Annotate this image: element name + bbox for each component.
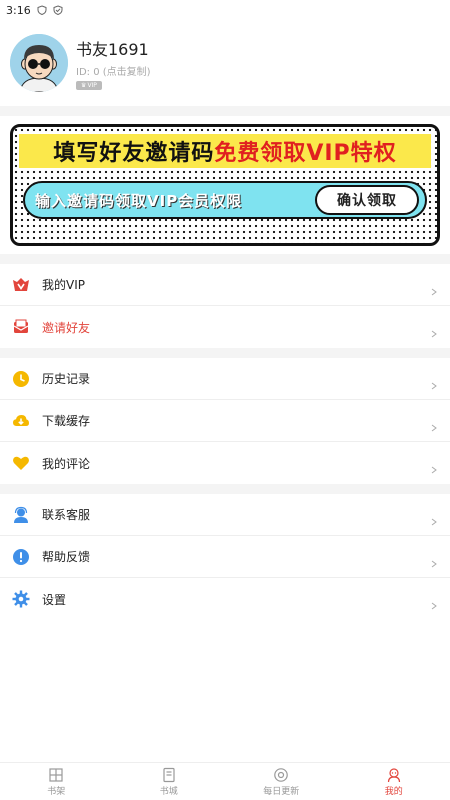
bottom-nav: 书架 书城 每日更新 我的 (0, 762, 450, 800)
banner-title-part2: 免费领取VIP特权 (214, 141, 397, 166)
nav-label: 书城 (159, 786, 178, 797)
nav-item-profile[interactable]: 我的 (338, 763, 450, 800)
menu-item-label: 历史记录 (42, 372, 91, 386)
menu-item-my-comments[interactable]: 我的评论 (0, 442, 450, 484)
invite-code-input-text: 输入邀请码领取VIP会员权限 (35, 191, 243, 210)
invite-envelope-icon (12, 318, 30, 336)
chevron-right-icon (430, 459, 438, 474)
invite-banner-wrap: 填写好友邀请码 免费领取VIP特权 输入邀请码领取VIP会员权限 确认领取 (0, 116, 450, 254)
menu-group-vip: 我的VIP 邀请好友 (0, 264, 450, 348)
menu-item-download-cache[interactable]: 下载缓存 (0, 400, 450, 442)
gear-icon (12, 590, 30, 608)
status-bar: 3:16 (0, 0, 450, 20)
menu-group-activity: 历史记录 下载缓存 我的评论 (0, 358, 450, 484)
menu-item-my-vip[interactable]: 我的VIP (0, 264, 450, 306)
shield-check-icon (53, 5, 63, 15)
menu-item-label: 帮助反馈 (42, 550, 91, 564)
chevron-right-icon (430, 323, 438, 338)
vip-badge: ♛ VIP (76, 81, 102, 90)
vip-crown-icon (12, 276, 30, 294)
menu-group-support: 联系客服 帮助反馈 设置 (0, 494, 450, 620)
invite-banner[interactable]: 填写好友邀请码 免费领取VIP特权 输入邀请码领取VIP会员权限 确认领取 (10, 124, 440, 246)
nav-label: 我的 (384, 786, 403, 797)
menu-item-customer-service[interactable]: 联系客服 (0, 494, 450, 536)
section-divider (0, 348, 450, 358)
username: 书友1691 (76, 40, 149, 59)
banner-title-part1: 填写好友邀请码 (53, 141, 215, 166)
profile-icon (387, 767, 400, 782)
avatar[interactable] (10, 34, 68, 92)
section-divider (0, 254, 450, 264)
nav-label: 书架 (47, 786, 66, 797)
nav-item-daily-update[interactable]: 每日更新 (225, 763, 338, 800)
profile-header[interactable]: 书友1691 ID: 0 (点击复制) ♛ VIP (0, 20, 450, 106)
status-time: 3:16 (6, 3, 31, 17)
menu-item-label: 下载缓存 (42, 414, 91, 428)
chevron-right-icon (430, 595, 438, 610)
nav-item-bookshelf[interactable]: 书架 (0, 763, 113, 800)
user-id[interactable]: ID: 0 (点击复制) (76, 63, 151, 78)
chevron-right-icon (430, 417, 438, 431)
nav-label: 每日更新 (263, 786, 300, 797)
section-divider (0, 106, 450, 116)
clock-icon (12, 370, 30, 388)
section-divider (0, 484, 450, 494)
menu-item-settings[interactable]: 设置 (0, 578, 450, 620)
chevron-right-icon (430, 511, 438, 525)
chevron-right-icon (430, 375, 438, 389)
vip-badge-label: VIP (87, 82, 97, 89)
menu-item-label: 我的VIP (42, 278, 85, 292)
heart-icon (12, 454, 30, 472)
bookshelf-icon (49, 767, 63, 782)
customer-service-icon (12, 506, 30, 524)
download-cloud-icon (12, 412, 30, 430)
nav-item-bookstore[interactable]: 书城 (113, 763, 226, 800)
daily-update-icon (274, 767, 289, 782)
bookstore-icon (163, 767, 175, 782)
chevron-right-icon (430, 553, 438, 567)
menu-item-history[interactable]: 历史记录 (0, 358, 450, 400)
invite-code-input[interactable]: 输入邀请码领取VIP会员权限 确认领取 (23, 181, 427, 219)
exclamation-icon (12, 548, 30, 566)
menu-item-label: 我的评论 (42, 456, 91, 471)
menu-item-help-feedback[interactable]: 帮助反馈 (0, 536, 450, 578)
menu-item-invite-friends[interactable]: 邀请好友 (0, 306, 450, 348)
menu-item-label: 邀请好友 (42, 320, 91, 335)
shield-icon (37, 5, 47, 15)
crown-icon: ♛ (81, 82, 87, 89)
chevron-right-icon (430, 281, 438, 295)
menu-item-label: 联系客服 (42, 508, 91, 522)
banner-title: 填写好友邀请码 免费领取VIP特权 (19, 134, 431, 168)
menu-item-label: 设置 (42, 592, 67, 607)
confirm-claim-button[interactable]: 确认领取 (315, 185, 419, 215)
